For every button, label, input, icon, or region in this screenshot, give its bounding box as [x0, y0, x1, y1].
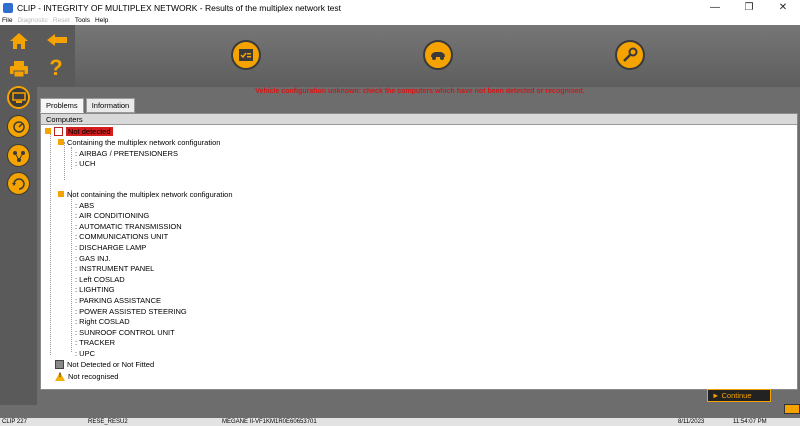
tree-leaf[interactable]: : AIR CONDITIONING	[75, 211, 149, 221]
tree-leaf[interactable]: : SUNROOF CONTROL UNIT	[75, 327, 175, 337]
left-sidebar	[0, 25, 37, 405]
tree-leaf-label: AIRBAG / PRETENSIONERS	[79, 148, 178, 158]
tree-leaf-label: TRACKER	[79, 338, 116, 348]
printer-icon[interactable]	[9, 60, 29, 78]
home-icon[interactable]	[9, 32, 29, 50]
expander-icon[interactable]	[45, 128, 51, 134]
tree-leaf-label: AUTOMATIC TRANSMISSION	[79, 221, 182, 231]
tab-bar: Problems Information	[40, 98, 137, 113]
reset-tools-icon[interactable]	[7, 172, 30, 195]
menu-tools[interactable]: Tools	[75, 17, 90, 24]
warning-icon	[55, 371, 65, 381]
network-icon[interactable]	[7, 144, 30, 167]
checklist-icon[interactable]	[231, 40, 261, 70]
computers-panel: Computers Not detected Containing the mu…	[40, 113, 798, 390]
tree-leaf-label: COMMUNICATIONS UNIT	[79, 232, 169, 242]
restore-button[interactable]: ❐	[732, 0, 766, 15]
tree-leaf-label: Left COSLAD	[79, 274, 125, 284]
tree-label-not-recognised: Not recognised	[68, 371, 119, 381]
not-fitted-icon	[55, 359, 64, 369]
tree-leaf[interactable]: : DISCHARGE LAMP	[75, 242, 146, 252]
not-detected-icon	[54, 126, 63, 136]
window-title: CLIP - INTEGRITY OF MULTIPLEX NETWORK - …	[17, 2, 342, 13]
tree-leaf-label: LIGHTING	[79, 285, 115, 295]
continue-button[interactable]: ► Continue	[707, 389, 771, 402]
back-arrow-icon[interactable]	[46, 33, 68, 47]
tree-leaf-label: AIR CONDITIONING	[79, 211, 150, 221]
tree-node-not-recognised[interactable]: Not recognised	[55, 371, 118, 381]
tree-leaf-label: PARKING ASSISTANCE	[79, 295, 161, 305]
tree-node-not-containing[interactable]: Not containing the multiplex network con…	[58, 189, 233, 199]
expander-icon[interactable]	[58, 191, 64, 197]
status-vehicle: MEGANE II-VF1KM1R0E60653701	[222, 419, 317, 425]
tree-leaf[interactable]: : UPC	[75, 348, 95, 358]
tree-leaf[interactable]: : TRACKER	[75, 338, 115, 348]
wrench-icon[interactable]	[615, 40, 645, 70]
title-bar: CLIP - INTEGRITY OF MULTIPLEX NETWORK - …	[0, 0, 800, 15]
tree-leaf-label: GAS INJ.	[79, 253, 111, 263]
vehicle-tests-icon[interactable]	[7, 115, 30, 138]
menu-bar: File Diagnostic Reset Tools Help	[0, 15, 800, 25]
tree-leaf[interactable]: : GAS INJ.	[75, 253, 110, 263]
tree-leaf[interactable]: : Right COSLAD	[75, 317, 130, 327]
expander-icon[interactable]	[58, 139, 64, 145]
window-controls: — ❐ ✕	[698, 0, 800, 15]
tree-node-not-detected[interactable]: Not detected	[45, 126, 113, 136]
tree-node-not-detected-or-fitted[interactable]: Not Detected or Not Fitted	[55, 359, 154, 369]
menu-diagnostic[interactable]: Diagnostic	[17, 17, 47, 24]
tree-node-containing[interactable]: Containing the multiplex network configu…	[58, 137, 220, 147]
status-bar: CLIP 227 RESE_RESU2 MEGANE II-VF1KM1R0E6…	[0, 418, 800, 426]
diagnostic-computers-icon[interactable]	[7, 86, 30, 109]
tree-leaf[interactable]: : POWER ASSISTED STEERING	[75, 306, 187, 316]
status-clip: CLIP 227	[2, 419, 27, 425]
computers-header: Computers	[41, 114, 797, 125]
tree-leaf-label: UCH	[79, 159, 96, 169]
tree-label-containing: Containing the multiplex network configu…	[67, 137, 221, 147]
tree-leaf[interactable]: : Left COSLAD	[75, 274, 125, 284]
help-icon[interactable]: ?	[46, 55, 66, 80]
tab-problems[interactable]: Problems	[40, 98, 84, 113]
tree-leaf-label: INSTRUMENT PANEL	[79, 264, 155, 274]
corner-icon[interactable]	[784, 404, 800, 414]
tree-leaf[interactable]: : PARKING ASSISTANCE	[75, 295, 161, 305]
tree-label-not-detected: Not detected	[66, 126, 113, 136]
tree-label-not-containing: Not containing the multiplex network con…	[67, 189, 233, 199]
tree-leaf-label: DISCHARGE LAMP	[79, 242, 147, 252]
status-date: 8/11/2023	[678, 419, 705, 425]
tree-leaf-label: Right COSLAD	[79, 317, 130, 327]
tree-leaf[interactable]: : ABS	[75, 200, 94, 210]
status-time: 11:54:07 PM	[733, 419, 767, 425]
tree-leaf-label: UPC	[79, 348, 96, 358]
app-icon	[3, 2, 13, 13]
tree-leaf[interactable]: : UCH	[75, 159, 95, 169]
tree-leaf[interactable]: : AIRBAG / PRETENSIONERS	[75, 148, 178, 158]
tree-leaf[interactable]: : INSTRUMENT PANEL	[75, 264, 154, 274]
tree-leaf-label: SUNROOF CONTROL UNIT	[79, 327, 175, 337]
configuration-warning: Vehicle configuration unknown: check the…	[255, 88, 585, 95]
vehicle-icon[interactable]	[423, 40, 453, 70]
tree-label-not-detected-or-fitted: Not Detected or Not Fitted	[67, 359, 155, 369]
tab-information[interactable]: Information	[85, 98, 136, 113]
close-button[interactable]: ✕	[766, 0, 800, 15]
menu-reset[interactable]: Reset	[53, 17, 70, 24]
tree-leaf-label: POWER ASSISTED STEERING	[79, 306, 187, 316]
menu-help[interactable]: Help	[95, 17, 108, 24]
status-rese: RESE_RESU2	[88, 419, 128, 425]
minimize-button[interactable]: —	[698, 0, 732, 15]
tree-leaf[interactable]: : AUTOMATIC TRANSMISSION	[75, 221, 182, 231]
tree-leaf[interactable]: : COMMUNICATIONS UNIT	[75, 232, 168, 242]
menu-file[interactable]: File	[2, 17, 12, 24]
tree-leaf-label: ABS	[79, 200, 95, 210]
tree-leaf[interactable]: : LIGHTING	[75, 285, 115, 295]
